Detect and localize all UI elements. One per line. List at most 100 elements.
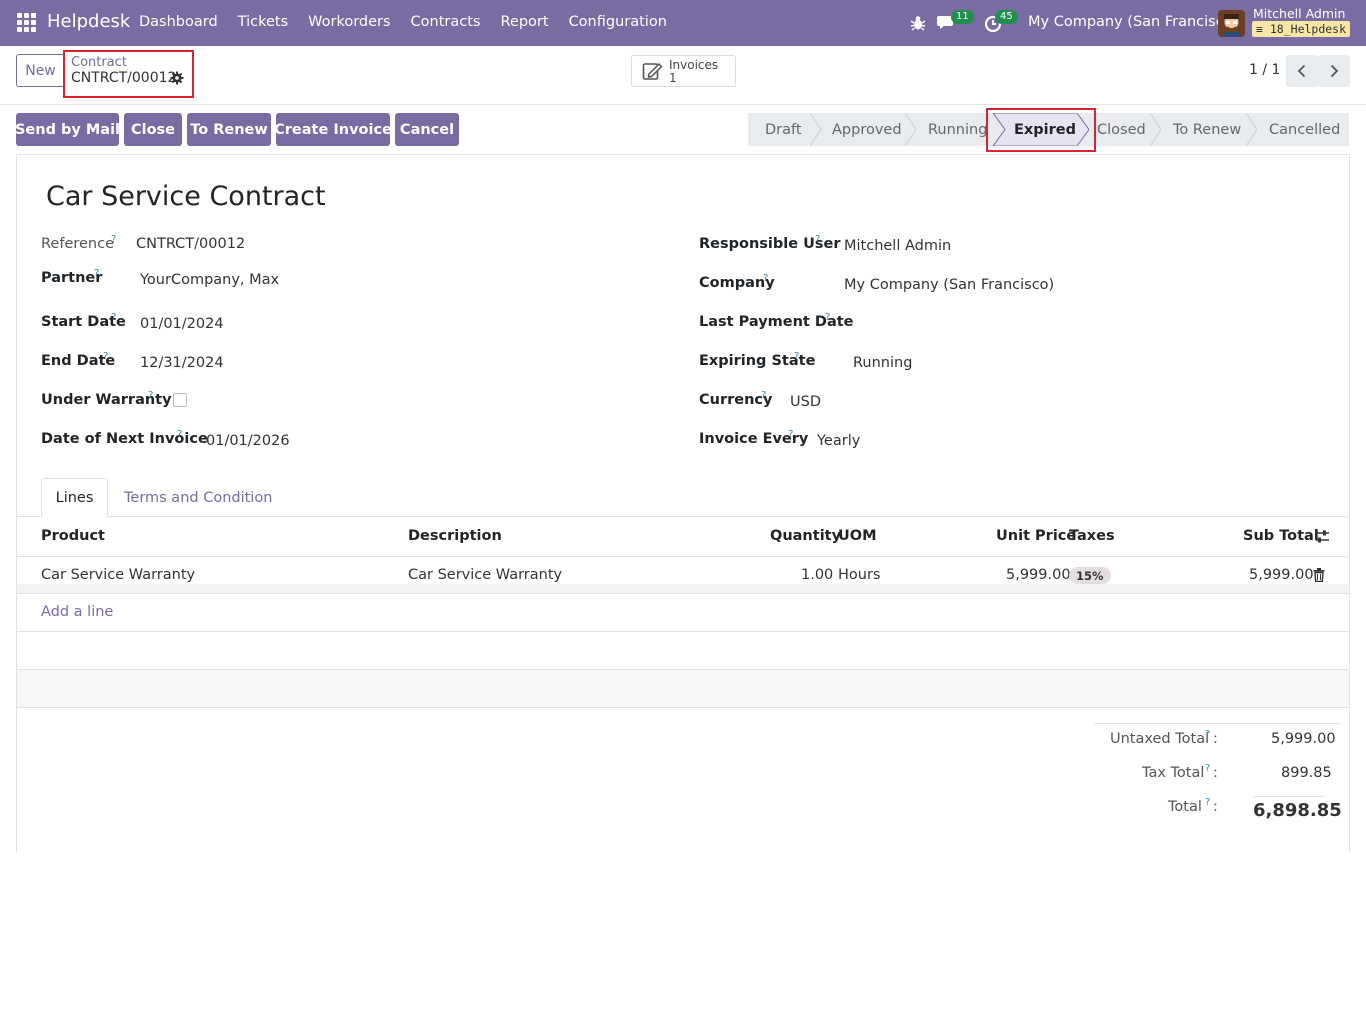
smart-button-label: Invoices xyxy=(669,58,719,72)
stage-cancelled[interactable]: Cancelled xyxy=(1269,113,1340,146)
grand-total-value: 6,898.85 xyxy=(1253,800,1342,821)
column-product[interactable]: Product xyxy=(41,528,105,544)
help-icon[interactable]: ? xyxy=(111,312,116,323)
menu-dashboard[interactable]: Dashboard xyxy=(139,14,218,30)
label-colon: : xyxy=(1213,765,1218,781)
breadcrumb-current: CNTRCT/00012 xyxy=(71,70,177,86)
grand-total-divider xyxy=(1253,796,1325,797)
next-invoice-field[interactable]: 01/01/2026 xyxy=(206,433,290,449)
table-header-divider xyxy=(17,556,1349,557)
column-uom[interactable]: UOM xyxy=(838,528,877,544)
column-subtotal[interactable]: Sub Total xyxy=(1243,528,1319,544)
pager-value[interactable]: 1 / 1 xyxy=(1249,62,1280,78)
help-icon[interactable]: ? xyxy=(1205,797,1210,808)
row-description[interactable]: Car Service Warranty xyxy=(408,567,562,583)
responsible-user-field[interactable]: Mitchell Admin xyxy=(844,238,951,254)
untaxed-total-value: 5,999.00 xyxy=(1271,731,1336,747)
database-icon: ≡ xyxy=(1256,22,1263,36)
menu-configuration[interactable]: Configuration xyxy=(569,14,667,30)
menu-workorders[interactable]: Workorders xyxy=(308,14,390,30)
chevron-left-icon xyxy=(1297,64,1306,78)
to-renew-button[interactable]: To Renew xyxy=(187,113,271,146)
partner-field[interactable]: YourCompany, Max xyxy=(140,272,279,288)
cancel-button[interactable]: Cancel xyxy=(395,113,459,146)
apps-menu-icon[interactable] xyxy=(17,13,36,32)
help-icon[interactable]: ? xyxy=(148,390,153,401)
end-date-field[interactable]: 12/31/2024 xyxy=(140,355,224,371)
total-label: Total xyxy=(1168,799,1202,815)
activity-count-badge: 45 xyxy=(995,10,1018,24)
contract-title[interactable]: Car Service Contract xyxy=(46,181,326,212)
optional-columns-icon[interactable] xyxy=(1315,529,1330,544)
tax-badge[interactable]: 15% xyxy=(1069,567,1111,584)
help-icon[interactable]: ? xyxy=(1205,729,1210,740)
user-avatar[interactable] xyxy=(1218,10,1245,37)
app-brand[interactable]: Helpdesk xyxy=(47,11,130,32)
tax-total-value: 899.85 xyxy=(1281,765,1332,781)
reference-value: CNTRCT/00012 xyxy=(136,236,246,252)
close-button[interactable]: Close xyxy=(124,113,182,146)
company-field[interactable]: My Company (San Francisco) xyxy=(844,277,1054,293)
company-switcher[interactable]: My Company (San Francisco) xyxy=(1028,14,1238,30)
stage-closed[interactable]: Closed xyxy=(1097,113,1146,146)
next-invoice-label: Date of Next Invoice xyxy=(41,431,208,447)
help-icon[interactable]: ? xyxy=(763,273,768,284)
row-unit-price[interactable]: 5,999.00 xyxy=(1006,567,1071,583)
invoice-every-field[interactable]: Yearly xyxy=(817,433,860,449)
row-product[interactable]: Car Service Warranty xyxy=(41,567,195,583)
column-description[interactable]: Description xyxy=(408,528,502,544)
tab-lines[interactable]: Lines xyxy=(41,478,108,517)
column-unit-price[interactable]: Unit Price xyxy=(996,528,1076,544)
help-icon[interactable]: ? xyxy=(794,351,799,362)
menu-contracts[interactable]: Contracts xyxy=(411,14,481,30)
row-divider xyxy=(17,593,1349,594)
invoices-smart-button[interactable]: Invoices 1 xyxy=(631,55,736,87)
expiring-state-value: Running xyxy=(853,355,913,371)
stage-to-renew[interactable]: To Renew xyxy=(1173,113,1241,146)
help-icon[interactable]: ? xyxy=(815,234,820,245)
last-payment-date-label: Last Payment Date xyxy=(699,314,854,330)
start-date-field[interactable]: 01/01/2024 xyxy=(140,316,224,332)
gear-icon[interactable] xyxy=(170,71,184,85)
chevron-right-icon xyxy=(1330,64,1339,78)
stage-approved[interactable]: Approved xyxy=(832,113,902,146)
label-colon: : xyxy=(1213,799,1218,815)
column-quantity[interactable]: Quantity xyxy=(770,528,841,544)
row-divider xyxy=(17,707,1349,708)
tab-terms-and-condition[interactable]: Terms and Condition xyxy=(124,478,272,517)
smart-button-count: 1 xyxy=(669,71,677,85)
currency-field[interactable]: USD xyxy=(790,394,821,410)
add-a-line-link[interactable]: Add a line xyxy=(41,604,113,620)
menu-tickets[interactable]: Tickets xyxy=(238,14,288,30)
pager-next-button[interactable] xyxy=(1318,55,1350,87)
help-icon[interactable]: ? xyxy=(761,390,766,401)
stage-draft[interactable]: Draft xyxy=(765,113,802,146)
untaxed-total-label: Untaxed Total xyxy=(1110,731,1210,747)
help-icon[interactable]: ? xyxy=(788,429,793,440)
send-by-mail-button[interactable]: Send by Mail xyxy=(15,113,120,146)
stage-running[interactable]: Running xyxy=(928,113,987,146)
under-warranty-checkbox[interactable] xyxy=(173,393,187,407)
stage-highlight xyxy=(986,108,1096,152)
help-icon[interactable]: ? xyxy=(825,312,830,323)
help-icon[interactable]: ? xyxy=(177,429,182,440)
debug-bug-icon[interactable] xyxy=(909,14,927,32)
empty-row xyxy=(17,670,1349,708)
pager-previous-button[interactable] xyxy=(1286,55,1318,87)
help-icon[interactable]: ? xyxy=(111,234,116,245)
control-panel-divider xyxy=(0,104,1366,105)
column-taxes[interactable]: Taxes xyxy=(1069,528,1115,544)
row-uom[interactable]: Hours xyxy=(838,567,880,583)
new-button[interactable]: New xyxy=(16,54,65,87)
user-name[interactable]: Mitchell Admin xyxy=(1253,6,1345,21)
menu-report[interactable]: Report xyxy=(500,14,548,30)
breadcrumb-parent[interactable]: Contract xyxy=(71,55,127,70)
stage-separator-icon xyxy=(1150,113,1162,146)
tax-total-label: Tax Total xyxy=(1142,765,1205,781)
delete-trash-icon[interactable] xyxy=(1313,568,1325,582)
help-icon[interactable]: ? xyxy=(94,268,99,279)
help-icon[interactable]: ? xyxy=(103,351,108,362)
help-icon[interactable]: ? xyxy=(1205,763,1210,774)
row-quantity[interactable]: 1.00 xyxy=(801,567,833,583)
create-invoice-button[interactable]: Create Invoice xyxy=(274,113,392,146)
